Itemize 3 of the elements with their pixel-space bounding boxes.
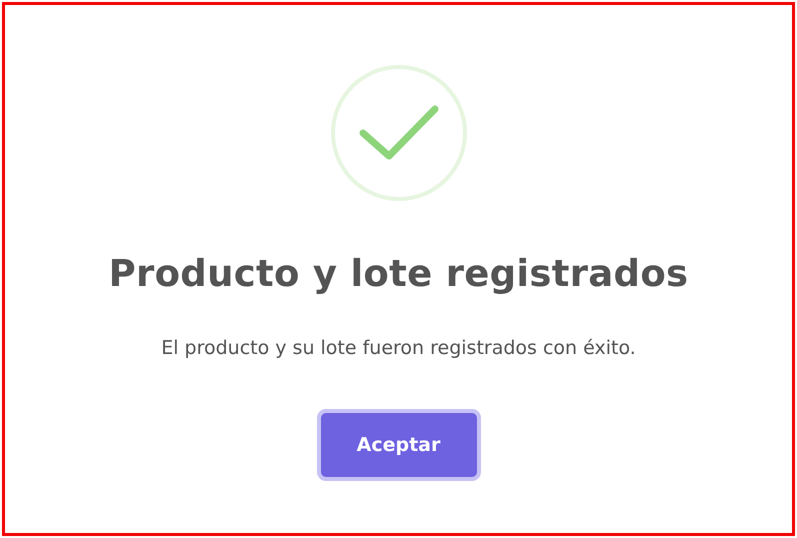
accept-button[interactable]: Aceptar [320, 412, 476, 477]
dialog-message: El producto y su lote fueron registrados con éxito. [161, 336, 636, 362]
dialog-title: Producto y lote registrados [108, 252, 688, 296]
